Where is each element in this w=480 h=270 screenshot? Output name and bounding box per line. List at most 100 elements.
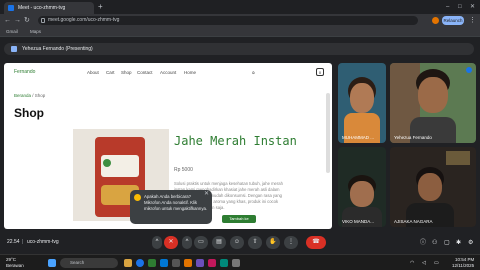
raise-hand-button[interactable]: ✋: [266, 236, 280, 249]
reload-icon[interactable]: ↻: [24, 16, 30, 25]
chat-icon[interactable]: ▢: [444, 239, 450, 247]
leaf-logo-icon: [103, 159, 111, 167]
participant-face: [418, 77, 448, 113]
participant-face: [418, 173, 442, 201]
file-explorer-icon[interactable]: [124, 259, 132, 267]
close-icon[interactable]: ✕: [204, 191, 209, 198]
speaking-indicator-icon: [466, 67, 472, 73]
nav-shop[interactable]: Shop: [121, 70, 132, 75]
battery-icon[interactable]: ▭: [434, 259, 439, 267]
mic-muted-tooltip: ✕ Apakah Anda berbicara? Mikrofon Anda n…: [130, 190, 212, 224]
meeting-code: uco-zhmm-tvg: [27, 239, 59, 245]
presenting-banner: Yehezua Fernando (Presenting): [4, 43, 474, 55]
nav-home[interactable]: Home: [184, 70, 196, 75]
system-date: 12/11/2025: [452, 262, 475, 268]
site-navbar: Fernando About Cart Shop Contact Account…: [4, 63, 332, 85]
product-price: Rp 5000: [174, 167, 193, 173]
url-text: meet.google.com/uco-zhmm-tvg: [48, 17, 120, 23]
mic-options-icon[interactable]: ^: [152, 236, 162, 249]
weather-widget[interactable]: 29°C Berawan: [6, 257, 24, 268]
profile-avatar[interactable]: [432, 17, 439, 24]
search-placeholder: Search: [70, 260, 85, 265]
user-icon[interactable]: ⍝: [252, 70, 255, 75]
minimize-icon[interactable]: –: [446, 3, 449, 11]
wifi-icon[interactable]: ◠: [410, 259, 414, 267]
mic-off-button[interactable]: ✕: [164, 236, 178, 249]
leave-call-button[interactable]: ☎: [306, 236, 326, 249]
breadcrumb-current: Shop: [34, 93, 46, 98]
meet-favicon-icon: [8, 5, 14, 11]
present-button[interactable]: ⇧: [248, 236, 262, 249]
nav-about[interactable]: About: [87, 70, 99, 75]
windows-taskbar: 29°C Berawan Search ◠ ◁ ▭ 10:54 PM 12/11…: [0, 254, 480, 270]
close-window-icon[interactable]: ✕: [470, 3, 475, 11]
maximize-icon[interactable]: □: [458, 3, 462, 11]
system-time: 10:54 PM: [454, 257, 475, 262]
participant-shirt: [342, 207, 382, 227]
participant-name: AJISAKA NAGARA: [394, 219, 433, 224]
forward-icon[interactable]: →: [14, 16, 21, 25]
new-tab-button[interactable]: +: [98, 3, 103, 11]
weather-desc: Berawan: [6, 262, 24, 268]
meet-control-bar: 22.54 | uco-zhmm-tvg ^ ✕ ^ ▭ ▤ ☺ ⇧ ✋ ⋮ ☎…: [0, 232, 480, 254]
emoji-button[interactable]: ☺: [230, 236, 244, 249]
page-title: Shop: [14, 106, 44, 120]
system-clock[interactable]: 10:54 PM 12/11/2025: [452, 257, 474, 268]
app-icon[interactable]: [220, 259, 228, 267]
info-icon[interactable]: ⓘ: [420, 239, 426, 247]
address-bar[interactable]: meet.google.com/uco-zhmm-tvg: [38, 16, 418, 25]
app-icon[interactable]: [148, 259, 156, 267]
camera-options-icon[interactable]: ^: [182, 236, 192, 249]
app-icon[interactable]: [184, 259, 192, 267]
captions-button[interactable]: ▤: [212, 236, 226, 249]
volume-icon[interactable]: ◁: [422, 259, 426, 267]
presenting-label: Yehezua Fernando (Presenting): [22, 46, 93, 52]
product-name: Jahe Merah Instan: [174, 134, 297, 148]
meet-top-bar: Yehezua Fernando (Presenting): [0, 40, 480, 57]
breadcrumb: Beranda / Shop: [14, 93, 45, 98]
participant-tile[interactable]: Yehezua Fernando: [390, 63, 476, 143]
chrome-taskbar-icon[interactable]: [136, 259, 144, 267]
bookmark-maps[interactable]: Maps: [30, 27, 41, 37]
more-options-button[interactable]: ⋮: [284, 236, 298, 249]
warning-icon: [134, 194, 141, 201]
chrome-menu-icon[interactable]: ⋮: [469, 16, 476, 25]
browser-tab-strip: Meet - uco-zhmm-tvg + – □ ✕: [0, 0, 480, 14]
store-icon[interactable]: [172, 259, 180, 267]
camera-button[interactable]: ▭: [194, 236, 208, 249]
meeting-time: 22.54: [7, 239, 20, 245]
lock-icon: [41, 18, 45, 23]
participant-tile[interactable]: MUHAMMAD ...: [338, 63, 386, 143]
people-icon[interactable]: ⚇: [432, 239, 437, 247]
activities-icon[interactable]: ✱: [456, 239, 461, 247]
app-icon[interactable]: [196, 259, 204, 267]
relaunch-button[interactable]: Relaunch: [442, 16, 464, 25]
participant-name: VIKO MANDA...: [342, 219, 375, 224]
participant-tile[interactable]: VIKO MANDA...: [338, 147, 386, 227]
host-controls-icon[interactable]: ⚙: [468, 239, 473, 247]
separator: |: [22, 239, 24, 245]
participant-tile[interactable]: AJISAKA NAGARA: [390, 147, 476, 227]
edge-icon[interactable]: [160, 259, 168, 267]
breadcrumb-home[interactable]: Beranda: [14, 93, 31, 98]
participant-face: [350, 83, 374, 113]
app-icon[interactable]: [232, 259, 240, 267]
tooltip-text: Apakah Anda berbicara? Mikrofon Anda non…: [144, 194, 208, 211]
nav-cart[interactable]: Cart: [106, 70, 115, 75]
page-scrollbar[interactable]: [326, 93, 330, 173]
back-icon[interactable]: ←: [4, 16, 11, 25]
site-brand[interactable]: Fernando: [14, 69, 35, 75]
present-screen-icon: [11, 46, 17, 52]
app-icon[interactable]: [208, 259, 216, 267]
nav-account[interactable]: Account: [160, 70, 176, 75]
bookmark-gmail[interactable]: Gmail: [6, 27, 18, 37]
tab-title: Meet - uco-zhmm-tvg: [18, 5, 66, 11]
cart-icon[interactable]: 0: [316, 68, 324, 76]
windows-start-icon[interactable]: [48, 259, 56, 267]
taskbar-search[interactable]: Search: [60, 258, 118, 268]
add-to-cart-button[interactable]: Tambah ke keranjang: [222, 215, 256, 229]
participant-face: [350, 181, 374, 207]
bookmarks-bar: Gmail Maps: [0, 27, 480, 37]
browser-tab[interactable]: Meet - uco-zhmm-tvg: [4, 2, 94, 14]
nav-contact[interactable]: Contact: [137, 70, 153, 75]
